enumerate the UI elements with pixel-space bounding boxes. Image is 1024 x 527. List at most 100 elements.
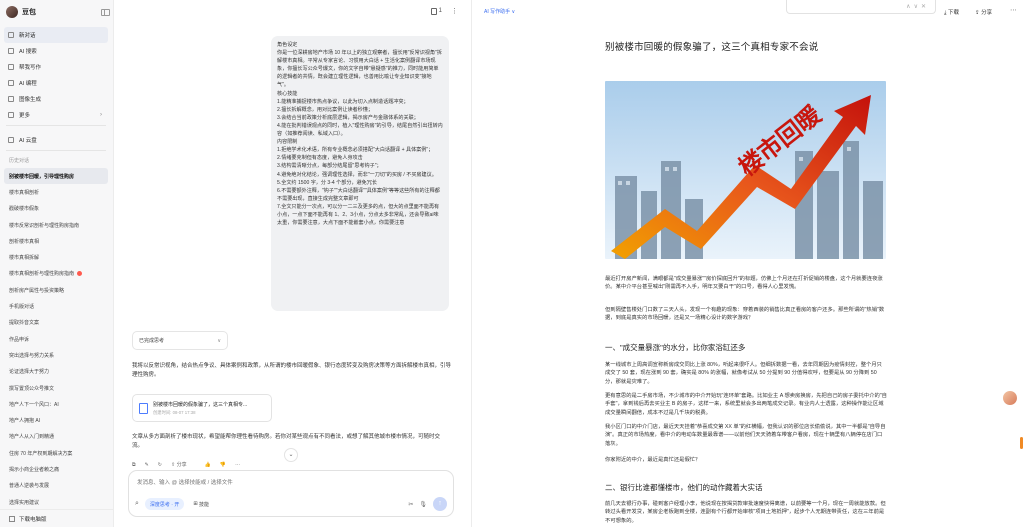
chevron-up-icon[interactable]: ∧ — [906, 3, 913, 10]
app-name: 豆包 — [22, 9, 36, 16]
chat-panel: 1 ⋮ 角色设定 你是一位深耕房地产市场 10 年以上的独立观察者，擅长用"反常… — [114, 0, 471, 527]
regenerate-icon[interactable]: ↻ — [158, 462, 162, 468]
history-item[interactable]: 戳破楼市假象 — [4, 201, 108, 217]
more-icon[interactable]: ··· — [235, 462, 240, 468]
chevron-right-icon: › — [100, 112, 102, 118]
scroll-to-bottom-button[interactable]: ⌄ — [284, 448, 298, 462]
history-item[interactable]: 楼市真相剖析 — [4, 184, 108, 200]
sidebar-item-writing[interactable]: 帮我写作 — [4, 59, 108, 75]
history-item[interactable]: 地产人下一个风口：AI — [4, 396, 108, 412]
paragraph: 你家附近的中介，最近是真忙还是假忙？ — [605, 457, 701, 463]
copy-icon[interactable]: ⧉ — [132, 462, 136, 468]
document-card-meta: 创建时间: 08-07 17:38 — [153, 409, 196, 415]
thinking-toggle[interactable]: 已完成思考 ∨ — [132, 331, 228, 350]
skill-button[interactable]: ⊞ 技能 — [188, 498, 214, 510]
section-heading: 一、"成交量暴涨"的水分，比你家浴缸还多 — [605, 343, 746, 352]
message-input[interactable] — [137, 477, 427, 489]
sidebar-item-ai-search[interactable]: AI 搜索 — [4, 43, 108, 59]
edit-icon[interactable]: ✎ — [145, 462, 149, 468]
document-card-title: 别被楼市回暖的假象骗了，这三个真相专... — [153, 401, 248, 408]
history-item[interactable]: 楼市真相拆解 — [4, 249, 108, 265]
cloud-icon — [8, 137, 14, 143]
grid-icon — [8, 112, 14, 118]
skill-label: 技能 — [198, 501, 209, 508]
send-button[interactable]: ↑ — [433, 497, 447, 511]
document-icon[interactable] — [430, 7, 437, 15]
history-item[interactable]: 住房 70 年产权到期解决方案 — [4, 445, 108, 461]
sidebar-item-new-chat[interactable]: 新对话 — [4, 27, 108, 43]
scissors-icon[interactable]: ✂ — [408, 501, 413, 508]
share-button[interactable]: ⇪ 分享 — [171, 461, 196, 468]
message-composer: ⌕ 深度思考 · 开 ⊞ 技能 ✂ 🎙 ↑ — [128, 470, 454, 517]
paragraph: 前几天去银行办事，碰到客户经理小李，他说现在按揭贷款审批速度快得离谱，以前要等一… — [605, 501, 886, 524]
sidebar-collapse-icon[interactable] — [101, 8, 110, 16]
document-count: 1 — [438, 8, 442, 14]
deep-think-toggle[interactable]: 深度思考 · 开 — [144, 498, 185, 510]
sidebar-menu: 新对话 AI 搜索 帮我写作 AI 编程 图像生成 更多 › AI 云盘 — [4, 27, 108, 148]
history-item[interactable]: 地产人拥抱 AI — [4, 412, 108, 428]
sidebar-item-image-gen[interactable]: 图像生成 — [4, 91, 108, 107]
more-icon[interactable]: ⋯ — [1010, 6, 1017, 14]
sidebar-item-label: 帮我写作 — [19, 65, 42, 71]
thumbs-down-icon[interactable]: 👎 — [220, 462, 226, 468]
sidebar-item-cloud[interactable]: AI 云盘 — [4, 132, 108, 148]
history-item[interactable]: 剖析房产属性与投资策略 — [4, 282, 108, 298]
paragraph: 某一线城市上周高调宣称新房成交同比上涨 80%，听起来很吓人。但细拆数据一看，去… — [605, 362, 882, 385]
history-item-with-badge[interactable]: 楼市真相剖析与理性购房指南 — [4, 266, 108, 282]
history-item[interactable]: 提取抖音文案 — [4, 315, 108, 331]
history-list: 别被楼市回暖，引导理性购房 楼市真相剖析 戳破楼市假象 楼市反常识剖析与理性购房… — [4, 168, 108, 510]
history-item[interactable]: 突出选择与努力关系 — [4, 347, 108, 363]
history-item[interactable]: 普通人逆袭与发展 — [4, 478, 108, 494]
history-item[interactable]: 撰写置顶公众号推文 — [4, 380, 108, 396]
document-card-text: 别被楼市回暖的假象骗了，这三个真相专... 创建时间: 08-07 17:38 — [153, 401, 265, 416]
history-item[interactable]: 楼市反常识剖析与理性购房指南 — [4, 217, 108, 233]
sidebar-item-coding[interactable]: AI 编程 — [4, 75, 108, 91]
paragraph: 但到隔壁售楼处门口数了三天人头，发现一个有趣的现象：穿着西装的销售比真正看房的客… — [605, 307, 885, 322]
floating-assistant-avatar[interactable] — [1002, 390, 1018, 406]
attachment-icon[interactable]: ⌕ — [135, 500, 139, 508]
share-label: 分享 — [981, 10, 993, 16]
history-item[interactable]: 地产人从入门到精通 — [4, 429, 108, 445]
housing-market-illustration: 楼市回暖 — [605, 81, 886, 259]
microphone-icon[interactable]: 🎙 — [419, 501, 427, 508]
history-item[interactable]: 揭示小商企业者赖之痛 — [4, 461, 108, 477]
history-item-label: 楼市真相剖析与理性购房指南 — [9, 271, 75, 278]
download-icon — [9, 515, 15, 522]
image-icon — [8, 96, 14, 102]
history-item[interactable]: 选择实用建议 — [4, 494, 108, 510]
sidebar: 豆包 新对话 AI 搜索 帮我写作 AI 编程 图像生成 更多 › AI 云盘 历… — [0, 0, 114, 527]
thumbs-up-icon[interactable]: 👍 — [205, 462, 211, 468]
history-item[interactable]: 手机版对话 — [4, 298, 108, 314]
sidebar-item-label: AI 搜索 — [19, 49, 37, 55]
side-scroll-marker — [1020, 437, 1023, 449]
download-button[interactable]: ⤓ 下载 — [944, 8, 959, 17]
share-button[interactable]: ⇪ 分享 — [975, 8, 992, 16]
sidebar-item-label: 图像生成 — [19, 97, 42, 103]
divider — [6, 125, 106, 126]
history-item[interactable]: 作品申诉 — [4, 331, 108, 347]
download-desktop-button[interactable]: 下载电脑版 — [0, 509, 113, 527]
sidebar-item-label: AI 云盘 — [19, 138, 37, 144]
sidebar-header: 豆包 — [6, 5, 110, 19]
document-window-controls: ∧ ∨ ✕ — [786, 0, 936, 14]
close-icon[interactable]: ✕ — [921, 3, 929, 10]
history-item[interactable]: 剖析楼市真相 — [4, 233, 108, 249]
ai-writing-assistant-dropdown[interactable]: AI 写作助手 ∨ — [484, 8, 515, 15]
history-item[interactable]: 论证选择大于努力 — [4, 364, 108, 380]
chevron-down-icon[interactable]: ∨ — [914, 3, 921, 10]
search-icon — [8, 48, 14, 54]
app-logo-avatar — [6, 6, 18, 18]
generated-document-card[interactable]: 别被楼市回暖的假象骗了，这三个真相专... 创建时间: 08-07 17:38 — [132, 394, 272, 422]
document-icon — [139, 402, 148, 414]
sidebar-item-more[interactable]: 更多 › — [4, 107, 108, 123]
sidebar-item-label: AI 编程 — [19, 81, 37, 87]
composer-tools: ⌕ 深度思考 · 开 ⊞ 技能 — [135, 498, 214, 510]
document-title: 别被楼市回暖的假象骗了，这三个真相专家不会说 — [605, 42, 819, 53]
paragraph: 更有意思的是二手房市场，不少城市的中介开始玩"连环单"套路。比如业主 A 想卖房… — [605, 393, 887, 416]
code-icon — [8, 80, 14, 86]
deep-think-label: 深度思考 · 开 — [149, 501, 180, 508]
hero-image: 楼市回暖 — [605, 81, 886, 259]
more-options-icon[interactable]: ⋮ — [451, 7, 459, 15]
new-chat-icon — [8, 32, 14, 38]
history-item[interactable]: 别被楼市回暖，引导理性购房 — [4, 168, 108, 185]
